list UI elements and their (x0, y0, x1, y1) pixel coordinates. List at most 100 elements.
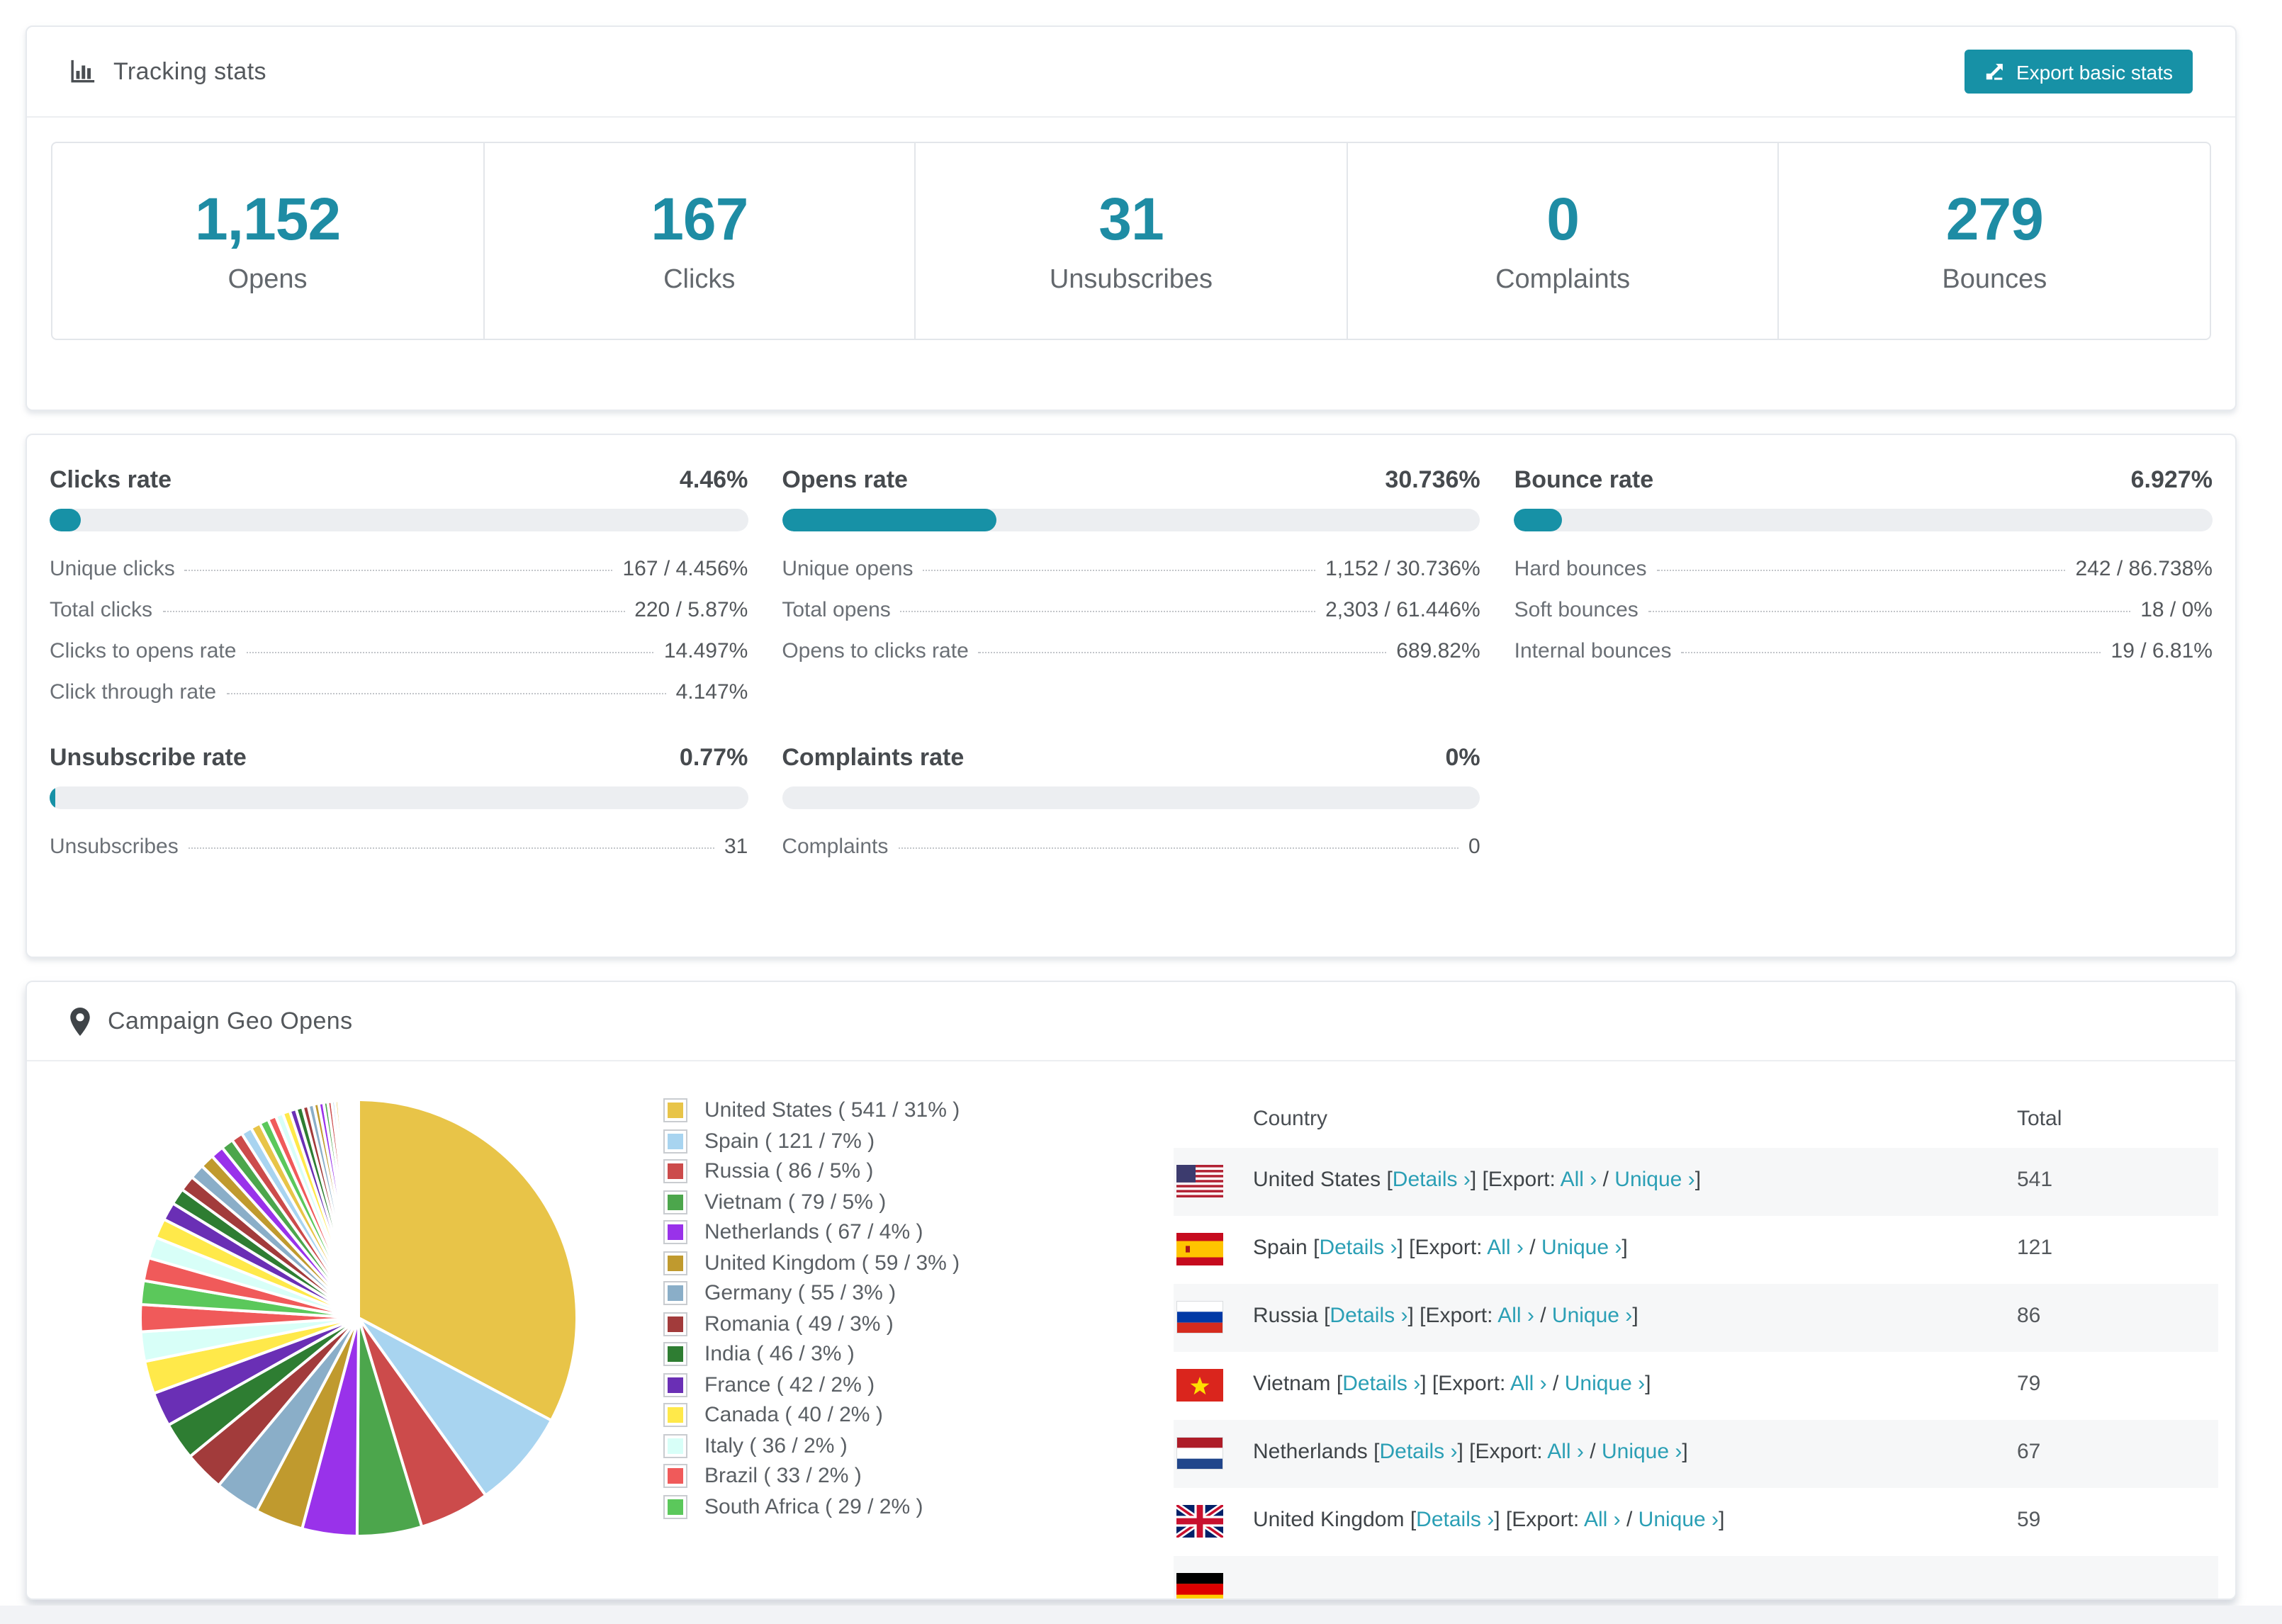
opens-rate-value: 30.736% (1385, 466, 1480, 493)
rate-stat-row: Complaints 0 (782, 835, 1480, 876)
rate-stat-value: 167 / 4.456% (622, 557, 748, 581)
geo-table-row: Vietnam [Details ›] [Export: All › / Uni… (1174, 1352, 2218, 1420)
legend-item: Vietnam ( 79 / 5% ) (663, 1187, 960, 1217)
rate-stat-label: Unique opens (782, 557, 914, 581)
dotted-leader (184, 570, 613, 571)
rate-stat-value: 31 (724, 835, 748, 859)
legend-swatch-icon (663, 1159, 687, 1184)
geo-total-cell: 59 (2017, 1508, 2041, 1532)
export-unique-link[interactable]: Unique › (1541, 1236, 1621, 1260)
rate-stat-label: Soft bounces (1514, 598, 1639, 622)
export-unique-link[interactable]: Unique › (1552, 1304, 1632, 1328)
legend-item: United States ( 541 / 31% ) (663, 1095, 960, 1126)
rate-stat-row: Internal bounces 19 / 6.81% (1514, 639, 2213, 680)
legend-swatch-icon (663, 1312, 687, 1336)
dotted-leader (900, 611, 1316, 612)
rate-stat-label: Unsubscribes (50, 835, 179, 859)
legend-label: Italy ( 36 / 2% ) (704, 1433, 848, 1458)
geo-table-row: United Kingdom [Details ›] [Export: All … (1174, 1488, 2218, 1556)
legend-label: South Africa ( 29 / 2% ) (704, 1494, 923, 1519)
legend-label: India ( 46 / 3% ) (704, 1342, 855, 1367)
country-name: United Kingdom (1253, 1508, 1410, 1532)
geo-table-header-total: Total (2017, 1107, 2062, 1131)
unsubscribe-rate-value: 0.77% (679, 744, 748, 771)
campaign-geo-opens-header: Campaign Geo Opens (27, 982, 2235, 1061)
rate-stat-value: 18 / 0% (2140, 598, 2213, 622)
geo-country-cell: United States [Details ›] [Export: All ›… (1253, 1168, 1702, 1192)
opens-rate-title: Opens rate (782, 466, 908, 493)
dotted-leader (188, 847, 714, 849)
geo-opens-pie-chart[interactable] (132, 1091, 585, 1545)
dotted-leader (1656, 570, 2066, 571)
summary-cell-opens: 1,152 Opens (52, 143, 485, 339)
export-unique-link[interactable]: Unique › (1614, 1168, 1694, 1192)
rate-stat-row: Hard bounces 242 / 86.738% (1514, 557, 2213, 598)
page-background-strip (0, 1606, 2282, 1624)
export-unique-link[interactable]: Unique › (1602, 1440, 1682, 1464)
details-link[interactable]: Details › (1330, 1304, 1407, 1328)
legend-item: United Kingdom ( 59 / 3% ) (663, 1248, 960, 1278)
dashboard-page: Tracking stats Export basic stats 1,152 O… (0, 0, 2282, 1624)
legend-swatch-icon (663, 1129, 687, 1154)
country-name: United States (1253, 1168, 1387, 1192)
rate-stat-label: Clicks to opens rate (50, 639, 237, 663)
gb-flag-icon (1174, 1502, 1225, 1540)
geo-table-body: United States [Details ›] [Export: All ›… (1174, 1148, 2218, 1598)
export-unique-link[interactable]: Unique › (1565, 1372, 1645, 1396)
rate-stat-row: Unsubscribes 31 (50, 835, 748, 876)
rate-stat-row: Click through rate 4.147% (50, 680, 748, 721)
geo-total-cell: 79 (2017, 1372, 2041, 1396)
unsubscribe-rate-progressbar (50, 786, 748, 809)
rate-stat-value: 689.82% (1396, 639, 1480, 663)
summary-value: 31 (1098, 186, 1164, 252)
geo-country-cell: United Kingdom [Details ›] [Export: All … (1253, 1508, 1725, 1532)
summary-value: 0 (1546, 186, 1580, 252)
details-link[interactable]: Details › (1393, 1168, 1471, 1192)
es-flag-icon (1176, 1233, 1223, 1265)
legend-label: France ( 42 / 2% ) (704, 1372, 875, 1397)
geo-table-row: Spain [Details ›] [Export: All › / Uniqu… (1174, 1216, 2218, 1284)
unsubscribe-rate-title: Unsubscribe rate (50, 744, 247, 771)
details-link[interactable]: Details › (1342, 1372, 1420, 1396)
legend-swatch-icon (663, 1464, 687, 1489)
summary-cell-bounces: 279 Bounces (1780, 143, 2210, 339)
geo-table-row (1174, 1556, 2218, 1598)
export-all-link[interactable]: All › (1510, 1372, 1547, 1396)
complaints-rate-progressbar (782, 786, 1480, 809)
legend-label: Netherlands ( 67 / 4% ) (704, 1220, 923, 1245)
rate-stat-label: Hard bounces (1514, 557, 1647, 581)
summary-cell-unsubscribes: 31 Unsubscribes (916, 143, 1348, 339)
legend-item: France ( 42 / 2% ) (663, 1370, 960, 1400)
legend-label: United States ( 541 / 31% ) (704, 1098, 960, 1123)
opens-rate-block: Opens rate 30.736% Unique opens 1,152 / 30.… (782, 466, 1480, 721)
legend-item: Romania ( 49 / 3% ) (663, 1309, 960, 1339)
details-link[interactable]: Details › (1416, 1508, 1494, 1532)
country-name: Spain (1253, 1236, 1314, 1260)
rate-stat-row: Opens to clicks rate 689.82% (782, 639, 1480, 680)
geo-country-cell: Spain [Details ›] [Export: All › / Uniqu… (1253, 1236, 1628, 1260)
export-all-link[interactable]: All › (1547, 1440, 1584, 1464)
bar-chart-icon (69, 58, 96, 85)
legend-label: Russia ( 86 / 5% ) (704, 1159, 874, 1184)
legend-item: India ( 46 / 3% ) (663, 1339, 960, 1370)
legend-label: Germany ( 55 / 3% ) (704, 1281, 896, 1306)
geo-body: United States ( 541 / 31% ) Spain ( 121 /… (27, 1061, 2235, 1598)
export-all-link[interactable]: All › (1584, 1508, 1621, 1532)
complaints-rate-block: Complaints rate 0% Complaints 0 (782, 744, 1480, 876)
clicks-rate-progressbar (50, 509, 748, 531)
geo-table-row: Netherlands [Details ›] [Export: All › /… (1174, 1420, 2218, 1488)
details-link[interactable]: Details › (1319, 1236, 1397, 1260)
export-basic-stats-button[interactable]: Export basic stats (1964, 50, 2193, 94)
legend-item: South Africa ( 29 / 2% ) (663, 1492, 960, 1522)
export-all-link[interactable]: All › (1497, 1304, 1534, 1328)
complaints-rate-rows: Complaints 0 (782, 835, 1480, 876)
details-link[interactable]: Details › (1379, 1440, 1457, 1464)
export-all-link[interactable]: All › (1487, 1236, 1524, 1260)
bounce-rate-progressbar (1514, 509, 2213, 531)
legend-swatch-icon (663, 1433, 687, 1458)
export-unique-link[interactable]: Unique › (1639, 1508, 1719, 1532)
rate-stat-label: Total clicks (50, 598, 153, 622)
country-name: Russia (1253, 1304, 1325, 1328)
export-all-link[interactable]: All › (1561, 1168, 1597, 1192)
clicks-rate-block: Clicks rate 4.46% Unique clicks 167 / 4.456… (50, 466, 748, 721)
